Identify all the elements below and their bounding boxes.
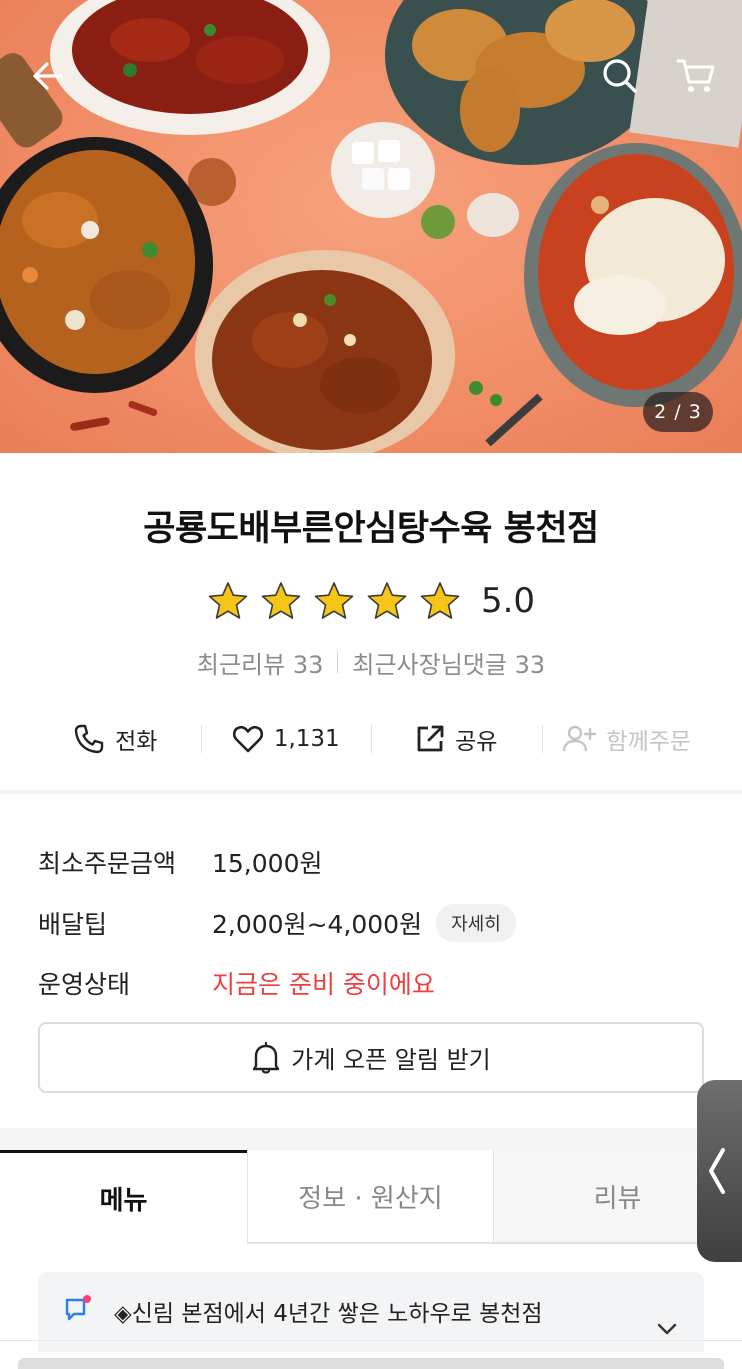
rating-value: 5.0 (480, 581, 536, 621)
cart-button[interactable] (668, 50, 724, 102)
star-icon (420, 582, 460, 619)
delivery-tip-row: 배달팁 2,000원~4,000원 자세히 (38, 903, 516, 943)
group-order-label: 함께주문 (606, 729, 692, 755)
section-divider (0, 790, 742, 794)
delivery-tip-detail-button[interactable]: 자세히 (436, 904, 516, 942)
add-person-icon (563, 725, 597, 752)
divider (0, 1340, 742, 1341)
min-order-label: 최소주문금액 (38, 849, 177, 878)
store-actions: 전화 1,131 공유 함께주문 (30, 712, 712, 766)
min-order-row: 최소주문금액 15,000원 (38, 842, 322, 882)
rating-row: 5.0 (0, 576, 742, 626)
min-order-value: 15,000원 (212, 849, 323, 878)
owner-replies-link[interactable]: 최근사장님댓글 33 (352, 645, 545, 680)
share-icon (417, 725, 444, 752)
back-button[interactable] (22, 50, 74, 102)
rating-stars (207, 580, 461, 622)
store-name: 공룡도배부른안심탕수육 봉천점 (143, 509, 599, 549)
call-label: 전화 (115, 729, 158, 755)
delivery-tip-value: 2,000원~4,000원 (212, 910, 423, 939)
bottom-sheet-handle[interactable] (18, 1358, 724, 1369)
status-label: 운영상태 (38, 970, 131, 999)
notice-text: ◈신림 본점에서 4년간 쌓은 노하우로 봉천점 (114, 1301, 543, 1327)
search-button[interactable] (594, 50, 646, 102)
share-label: 공유 (455, 729, 498, 755)
call-button[interactable]: 전화 (30, 712, 201, 766)
chevron-left-icon (709, 1148, 725, 1194)
bell-icon (253, 1041, 280, 1074)
store-tabs: 메뉴 정보 · 원산지 리뷰 (0, 1150, 742, 1244)
divider (337, 651, 339, 673)
chevron-down-icon[interactable] (656, 1322, 678, 1336)
hero-image-carousel[interactable]: 2 / 3 (0, 0, 742, 453)
star-icon (261, 582, 301, 619)
open-notification-button[interactable]: 가게 오픈 알림 받기 (38, 1022, 704, 1093)
share-button[interactable]: 공유 (371, 712, 542, 766)
notice-chat-icon (65, 1295, 91, 1321)
recent-reviews-link[interactable]: 최근리뷰 33 (197, 645, 324, 680)
image-pager: 2 / 3 (643, 392, 713, 432)
section-divider-2 (0, 1128, 742, 1150)
tab-menu[interactable]: 메뉴 (0, 1150, 247, 1244)
phone-icon (74, 724, 104, 754)
like-button[interactable]: 1,131 (200, 712, 372, 766)
arrow-left-icon (33, 62, 63, 90)
delivery-tip-label: 배달팁 (38, 910, 108, 939)
like-count: 1,131 (273, 726, 340, 752)
tab-info-origin[interactable]: 정보 · 원산지 (247, 1150, 494, 1244)
group-order-button[interactable]: 함께주문 (541, 712, 713, 766)
cart-icon (676, 59, 715, 92)
status-row: 운영상태 지금은 준비 중이에요 (38, 963, 435, 1003)
star-icon (314, 582, 354, 619)
status-value: 지금은 준비 중이에요 (212, 970, 435, 999)
heart-icon (232, 725, 263, 753)
star-icon (367, 582, 407, 619)
search-icon (603, 59, 637, 93)
star-icon (208, 582, 248, 619)
review-counts: 최근리뷰 33 최근사장님댓글 33 (0, 644, 742, 680)
open-notification-label: 가게 오픈 알림 받기 (291, 1046, 491, 1074)
side-panel-toggle[interactable] (697, 1080, 742, 1262)
